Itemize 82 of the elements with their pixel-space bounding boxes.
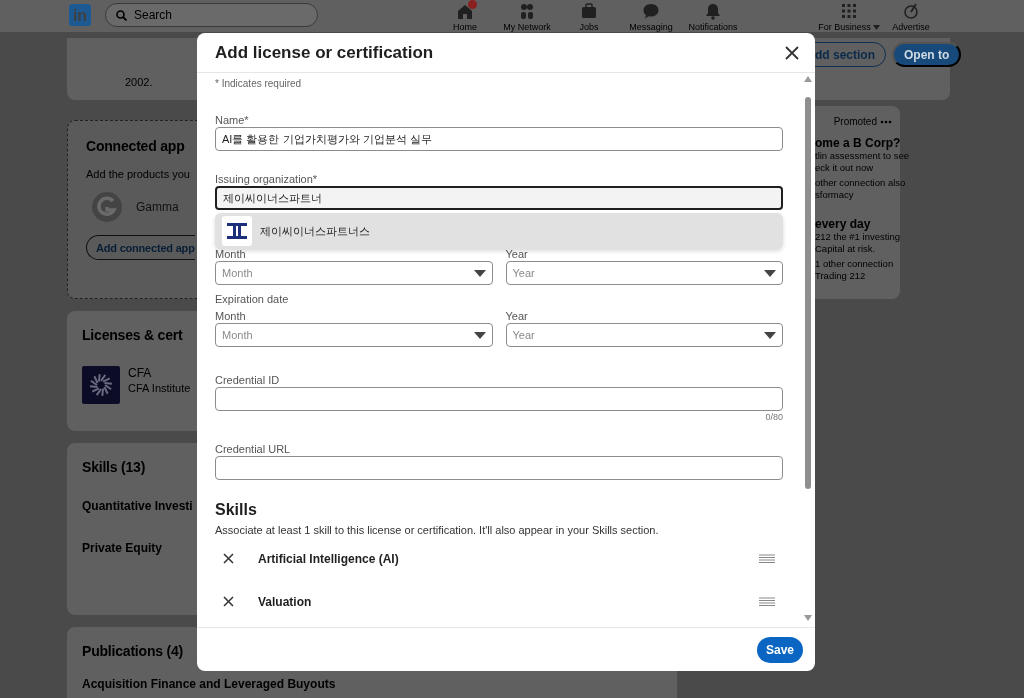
- field-label: Credential ID: [215, 373, 281, 387]
- profile-text: 2002.: [125, 76, 153, 88]
- section-title: Publications (4): [82, 643, 184, 659]
- skill-name: Private Equity: [82, 541, 163, 555]
- nav-item[interactable]: Jobs: [558, 0, 620, 32]
- drag-handle-icon[interactable]: [759, 597, 775, 606]
- section-title: Skills (13): [82, 459, 146, 475]
- month-select[interactable]: Month: [215, 261, 493, 285]
- license-name: CFA: [128, 366, 153, 380]
- chat-bubble-icon: [642, 2, 660, 20]
- remove-skill-button[interactable]: [221, 594, 236, 609]
- credential-id-field[interactable]: [215, 387, 783, 411]
- promoted-label: Promoted: [833, 116, 877, 127]
- people-icon: [518, 2, 536, 20]
- ad-text: eck it out now: [815, 162, 874, 174]
- name-field[interactable]: AI를 활용한 기업가치평가와 기업분석 실무: [215, 127, 783, 151]
- caret-icon: [764, 269, 776, 277]
- ad-text: 212 the #1 investing: [815, 231, 901, 243]
- nav-item[interactable]: Messaging: [620, 0, 682, 32]
- starburst-logo-icon: [82, 366, 120, 404]
- license-issuer: CFA Institute: [128, 382, 191, 394]
- field-label: Year: [505, 247, 529, 261]
- field-label: Year: [505, 309, 529, 323]
- nav-item[interactable]: Home: [434, 0, 496, 32]
- ad-title[interactable]: every day: [815, 217, 871, 231]
- nav-item[interactable]: For Business: [818, 0, 880, 32]
- section-title: Licenses & cert: [82, 327, 183, 343]
- credential-url-field[interactable]: [215, 456, 783, 480]
- field-label: Issuing organization*: [215, 172, 319, 186]
- search-field[interactable]: Search: [105, 3, 318, 27]
- caret-icon: [473, 269, 486, 277]
- field-label: Name*: [215, 113, 250, 127]
- close-icon: [785, 45, 799, 60]
- more-icon[interactable]: [880, 119, 892, 124]
- ad-social-text: other connection also: [815, 177, 906, 189]
- ad-text: tlin assessment to see: [815, 150, 909, 162]
- field-label: Month: [215, 309, 247, 323]
- nav-item[interactable]: My Network: [496, 0, 558, 32]
- dialog-title: Add license or certification: [215, 42, 434, 63]
- ad-title[interactable]: ome a B Corp?: [815, 136, 901, 150]
- nav-item[interactable]: Advertise: [880, 0, 942, 32]
- skill-name: Artificial Intelligence (AI): [258, 551, 400, 566]
- section-subtitle: Add the products you: [86, 168, 190, 180]
- skills-heading: Skills: [215, 500, 258, 520]
- nav-item[interactable]: Notifications: [682, 0, 744, 32]
- organization-logo-icon: [222, 216, 252, 246]
- section-title: Connected app: [86, 138, 185, 154]
- briefcase-icon: [580, 2, 598, 20]
- skill-name: Valuation: [258, 594, 313, 609]
- ad-social-text: Trading 212: [815, 270, 866, 282]
- skill-name: Quantitative Investi: [82, 499, 193, 513]
- organization-field[interactable]: 제이씨이너스파트너: [215, 186, 783, 210]
- caret-icon: [473, 331, 486, 339]
- field-label: Credential URL: [215, 442, 292, 456]
- house-icon: [456, 2, 474, 20]
- suggestion-item[interactable]: 제이씨이너스파트너스: [215, 213, 783, 249]
- year-select[interactable]: Year: [505, 323, 783, 347]
- required-note: * Indicates required: [215, 77, 303, 91]
- save-button[interactable]: Save: [756, 636, 803, 663]
- close-button[interactable]: [783, 43, 801, 62]
- publication-title: Acquisition Finance and Leveraged Buyouts: [82, 677, 336, 691]
- app-logo-icon: [92, 192, 122, 222]
- month-select[interactable]: Month: [215, 323, 493, 347]
- ad-social-text: 1 other connection: [815, 258, 894, 270]
- bell-icon: [704, 2, 722, 20]
- caret-icon: [764, 331, 776, 339]
- character-counter: 0/80: [764, 411, 783, 423]
- ad-text: Capital at risk.: [815, 243, 876, 255]
- skills-description: Associate at least 1 skill to this license or certification. It'll also appear in your Skills section.: [215, 523, 660, 537]
- close-icon: [223, 596, 234, 607]
- field-label: Expiration date: [215, 292, 290, 306]
- grid-icon: [840, 2, 858, 20]
- open-to-button[interactable]: Open to: [892, 42, 962, 67]
- close-icon: [223, 553, 234, 564]
- remove-skill-button[interactable]: [221, 551, 236, 566]
- app-name: Gamma: [136, 200, 179, 214]
- field-label: Month: [215, 247, 247, 261]
- search-icon: [116, 10, 127, 21]
- compass-icon: [902, 2, 920, 20]
- drag-handle-icon[interactable]: [759, 554, 775, 563]
- year-select[interactable]: Year: [505, 261, 783, 285]
- ad-social-text: sformacy: [815, 189, 854, 201]
